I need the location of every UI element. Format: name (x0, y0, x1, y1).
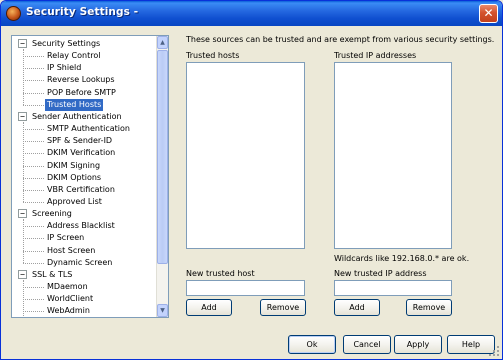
arrow-up-icon: ▲ (160, 39, 165, 46)
tree-item-label: WebAdmin (45, 317, 92, 318)
tree-item-label: Host Screen (47, 245, 96, 255)
app-icon (6, 6, 21, 21)
tree-item-label: Address Blacklist (47, 221, 115, 231)
tree-item-label: WorldClient (47, 294, 94, 304)
tree-item-label: IP Screen (47, 233, 85, 243)
collapse-icon[interactable]: − (18, 209, 27, 219)
tree-item-label: IP Shield (47, 63, 82, 73)
description-text: These sources can be trusted and are exe… (186, 35, 495, 44)
new-ip-input[interactable] (334, 280, 452, 296)
tree-scrollbar[interactable]: ▲ ▼ (156, 36, 168, 317)
tree-item-label: WebAdmin (47, 306, 90, 316)
new-host-label: New trusted host (186, 269, 255, 278)
collapse-icon[interactable]: − (18, 269, 27, 279)
scroll-down-button[interactable]: ▼ (157, 304, 168, 317)
cancel-button[interactable]: Cancel (343, 335, 391, 354)
tree-item-label: Sender Authentication (32, 111, 122, 121)
trusted-ips-label: Trusted IP addresses (334, 51, 417, 60)
window-title: Security Settings - (26, 6, 139, 18)
tree-item-label: SMTP Authentication (47, 124, 130, 134)
trusted-hosts-label: Trusted hosts (186, 51, 240, 60)
tree-item-label: Relay Control (47, 51, 101, 61)
tree-item-label: Reverse Lookups (47, 75, 115, 85)
tree-item-label: POP Before SMTP (47, 87, 116, 97)
tree-item-label: Approved List (47, 196, 102, 206)
new-ip-label: New trusted IP address (334, 269, 427, 278)
add-ip-button[interactable]: Add (334, 299, 380, 316)
tree-item-label: Screening (32, 209, 72, 219)
tree-item-label: DKIM Signing (47, 160, 101, 170)
remove-host-button[interactable]: Remove (260, 299, 306, 316)
tree-item-label: Dynamic Screen (47, 257, 113, 267)
title-bar[interactable]: Security Settings - ✕ (1, 1, 502, 26)
trusted-hosts-list[interactable] (186, 62, 305, 249)
wildcard-note: Wildcards like 192.168.0.* are ok. (334, 254, 470, 263)
tree-item-label: SSL & TLS (32, 269, 73, 279)
collapse-icon[interactable]: − (18, 111, 27, 121)
tree-item-label: MDaemon (47, 282, 88, 291)
tree-item-label: Trusted Hosts (45, 98, 104, 111)
security-settings-window: Security Settings - ✕ − Security Settings… (0, 0, 503, 360)
tree-item-label: Security Settings (32, 39, 101, 48)
arrow-down-icon: ▼ (160, 307, 165, 314)
add-host-button[interactable]: Add (186, 299, 232, 316)
apply-button[interactable]: Apply (394, 335, 442, 354)
resize-grip[interactable] (489, 346, 500, 357)
help-button[interactable]: Help (447, 335, 495, 354)
close-button[interactable]: ✕ (479, 4, 498, 23)
collapse-icon[interactable]: − (18, 39, 27, 48)
tree-item-label: VBR Certification (47, 184, 115, 194)
close-icon: ✕ (483, 6, 494, 20)
tree-item-label: SPF & Sender-ID (47, 136, 113, 146)
settings-tree[interactable]: − Security Settings Relay Control IP Shield… (11, 35, 169, 318)
tree-item-label: DKIM Verification (47, 148, 116, 158)
new-host-input[interactable] (186, 280, 305, 296)
remove-ip-button[interactable]: Remove (406, 299, 452, 316)
ok-button[interactable]: Ok (288, 335, 336, 354)
tree-item-label: DKIM Options (47, 172, 102, 182)
scroll-up-button[interactable]: ▲ (157, 36, 168, 49)
trusted-ips-list[interactable] (334, 62, 452, 249)
scroll-thumb[interactable] (157, 50, 168, 264)
